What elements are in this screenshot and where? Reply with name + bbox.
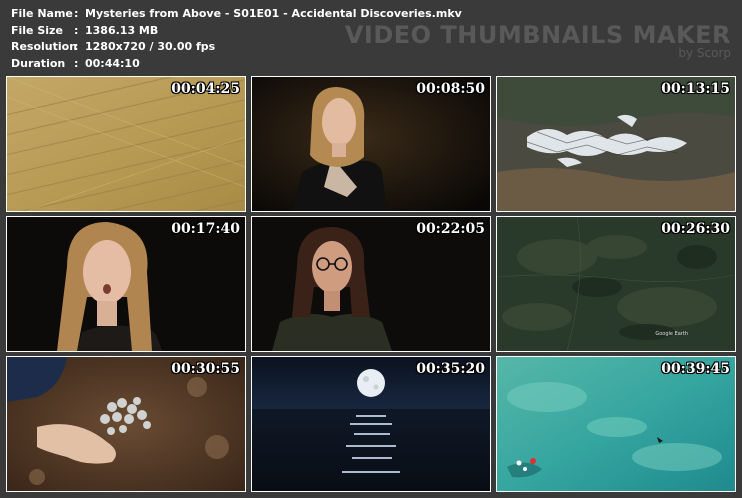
file-name-label: File Name [11, 7, 73, 20]
hand-digging-coins-image [7, 357, 245, 491]
moon-over-ocean-image [252, 357, 490, 491]
thumbnail-5[interactable]: 00:22:05 [251, 216, 491, 352]
file-size-value: 1386.13 MB [85, 23, 159, 37]
satellite-snowy-mountains-image [497, 77, 735, 211]
google-earth-watermark: Google Earth [655, 331, 688, 337]
timestamp-8: 00:35:20 [416, 361, 485, 377]
thumbnail-3[interactable]: 00:13:15 [496, 76, 736, 212]
thumbnail-2[interactable]: 00:08:50 [251, 76, 491, 212]
timestamp-4: 00:17:40 [171, 221, 240, 237]
file-size-label: File Size [11, 23, 63, 37]
duration-label: Duration [11, 56, 66, 70]
woman-glasses-interview-image [252, 217, 490, 351]
woman-surprised-closeup-image [7, 217, 245, 351]
woman-blonde-interview-image [252, 77, 490, 211]
thumbnail-8[interactable]: 00:35:20 [251, 356, 491, 492]
brand-title: VIDEO THUMBNAILS MAKER [344, 21, 731, 49]
brand-logo: VIDEO THUMBNAILS MAKER by Scorp [345, 22, 731, 60]
timestamp-6: 00:26:30 [661, 221, 730, 237]
thumbnail-6[interactable]: Google Earth 00:26:30 [496, 216, 736, 352]
timestamp-5: 00:22:05 [416, 221, 485, 237]
thumbnail-1[interactable]: 00:04:25 [6, 76, 246, 212]
aerial-wheat-field-image [7, 77, 245, 211]
satellite-green-land-image [497, 217, 735, 351]
aerial-turquoise-sea-image [497, 357, 735, 491]
timestamp-1: 00:04:25 [171, 81, 240, 97]
timestamp-7: 00:30:55 [171, 361, 240, 377]
thumbnail-7[interactable]: 00:30:55 [6, 356, 246, 492]
timestamp-9: 00:39:45 [661, 361, 730, 377]
timestamp-2: 00:08:50 [416, 81, 485, 97]
thumbnail-4[interactable]: 00:17:40 [6, 216, 246, 352]
timestamp-3: 00:13:15 [661, 81, 730, 97]
duration-value: 00:44:10 [85, 56, 140, 70]
thumbnail-9[interactable]: 00:39:45 [496, 356, 736, 492]
resolution-label: Resolution [11, 40, 78, 53]
resolution-value: 1280x720 / 30.00 fps [85, 40, 216, 53]
